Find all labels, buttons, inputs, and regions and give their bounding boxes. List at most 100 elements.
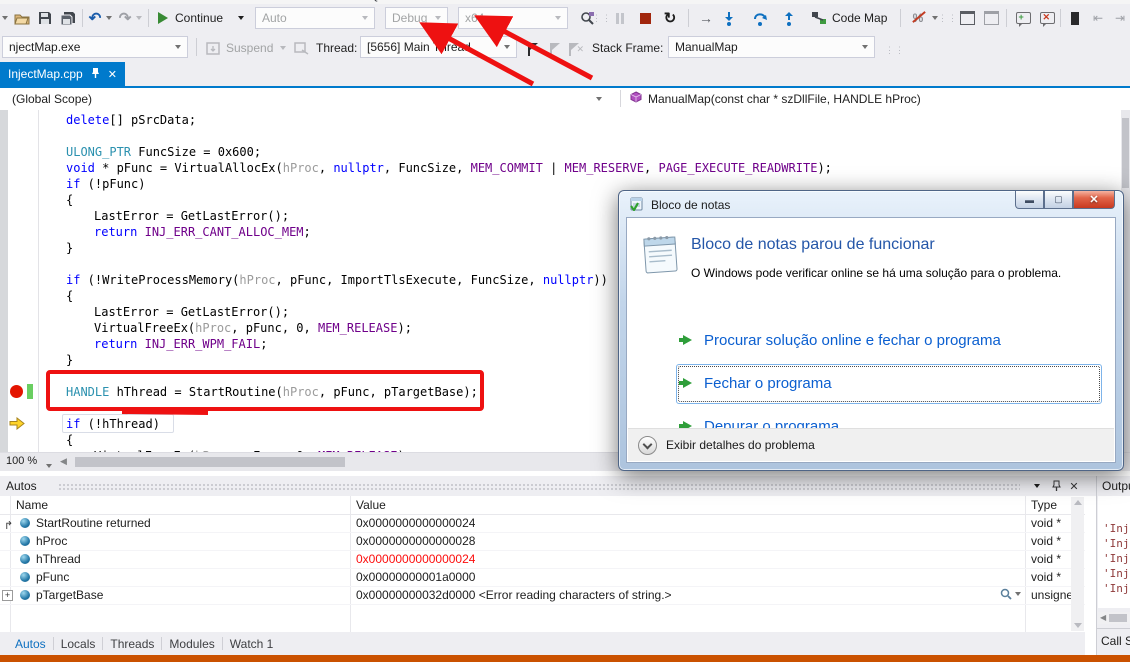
code-line[interactable]: if (!WriteProcessMemory(hProc, pFunc, Im… (44, 272, 608, 288)
bookmark-icon[interactable] (1068, 8, 1082, 28)
code-line[interactable]: LastError = GetLastError(); (44, 304, 289, 320)
hscroll-left-arrow-icon[interactable]: ◀ (60, 456, 67, 467)
add-comment-icon[interactable]: + (1014, 8, 1032, 28)
code-line[interactable] (44, 128, 66, 144)
thread-combo[interactable]: [5656] Main Thread (360, 36, 517, 58)
menu-item[interactable]: WINDOW (671, 0, 719, 2)
autos-row[interactable]: pFunc0x00000000001a0000void * (0, 568, 1085, 587)
autos-scroll-down-icon[interactable] (1074, 623, 1082, 628)
expand-icon[interactable]: + (2, 590, 13, 601)
chevron-down-icon[interactable] (638, 436, 657, 455)
menu-item[interactable]: TOOLS (402, 0, 439, 2)
autos-row[interactable]: hThread0x0000000000000024void * (0, 550, 1085, 569)
code-line[interactable]: } (44, 352, 73, 368)
autos-header[interactable]: Autos ✕ (0, 476, 1130, 496)
code-line[interactable]: ULONG_PTR FuncSize = 0x600; (44, 144, 261, 160)
autos-col-name[interactable]: Name (16, 496, 48, 514)
continue-play-icon[interactable] (157, 8, 169, 28)
autos-scroll-up-icon[interactable] (1074, 500, 1082, 505)
restart-icon[interactable]: ↻ (662, 8, 678, 28)
menu-item[interactable]: TEAM (315, 0, 346, 2)
vscroll-thumb[interactable] (1122, 118, 1129, 188)
stack-frame-combo[interactable]: ManualMap (668, 36, 875, 58)
command-link-0[interactable]: Procurar solução online e fechar o progr… (683, 322, 1001, 358)
toolbar-overflow-caret-icon[interactable] (0, 8, 10, 28)
stop-debug-icon[interactable] (638, 8, 652, 28)
debug-tab-autos[interactable]: Autos (8, 637, 53, 651)
platform-combo[interactable]: x64 (458, 7, 568, 29)
autos-vscrollbar[interactable] (1071, 497, 1084, 631)
menu-item[interactable]: TEST (456, 0, 484, 2)
solution-config-combo[interactable]: Debug (385, 7, 448, 29)
menu-item[interactable]: HELP (736, 0, 765, 2)
code-line[interactable] (44, 256, 66, 272)
menu-item[interactable]: EDIT (54, 0, 79, 2)
code-line[interactable]: { (44, 192, 73, 208)
code-line[interactable] (44, 368, 66, 384)
output-scroll-left-icon[interactable]: ◀ (1100, 613, 1106, 622)
code-line[interactable]: return INJ_ERR_WPM_FAIL; (44, 336, 267, 352)
output-panel[interactable]: Outpu 'Inj'Inj'Inj'Inj'Inj ◀ Call St (1096, 476, 1130, 655)
command-link-1[interactable]: Fechar o programa (683, 365, 832, 401)
toolbar-overflow-dots2-icon[interactable]: ⋮⋮ (944, 8, 952, 28)
code-line[interactable]: return INJ_ERR_CANT_ALLOC_MEM; (44, 224, 311, 240)
debug-tab-locals[interactable]: Locals (54, 637, 103, 651)
continue-button[interactable]: Continue (175, 8, 223, 28)
debug-tab-watch-1[interactable]: Watch 1 (223, 637, 281, 651)
code-line[interactable]: void * pFunc = VirtualAllocEx(hProc, nul… (44, 160, 832, 176)
flag-current-thread-icon[interactable] (525, 39, 539, 59)
autos-col-type[interactable]: Type (1031, 496, 1057, 514)
hscroll-thumb[interactable] (75, 457, 345, 467)
redo-caret-icon[interactable] (134, 8, 144, 28)
autos-row[interactable]: hProc0x0000000000000028void * (0, 532, 1085, 551)
step-into-icon[interactable] (722, 8, 736, 28)
autos-col-value[interactable]: Value (356, 496, 386, 514)
continue-caret-icon[interactable] (236, 8, 246, 28)
menu-item[interactable]: PROJECT (141, 0, 192, 2)
step-over-icon[interactable] (752, 8, 768, 28)
menu-item[interactable]: BUILD (210, 0, 242, 2)
code-line[interactable]: HANDLE hThread = StartRoutine(hProc, pFu… (44, 384, 478, 400)
menu-item[interactable]: DEBUG (259, 0, 298, 2)
zoom-level-combo[interactable]: 100 % (6, 455, 37, 467)
code-line[interactable]: delete[] pSrcData; (44, 112, 196, 128)
code-line[interactable]: if (!pFunc) (44, 176, 145, 192)
minimize-button[interactable]: ▬ (1015, 191, 1044, 209)
undo-caret-icon[interactable] (104, 8, 114, 28)
autos-row[interactable]: +pTargetBase0x00000000032d0000 <Error re… (0, 586, 1085, 605)
autos-close-icon[interactable]: ✕ (1068, 479, 1080, 493)
auto-combo[interactable]: Auto (255, 7, 375, 29)
show-next-statement-icon[interactable]: → (698, 8, 714, 28)
save-all-icon[interactable] (58, 8, 78, 28)
code-line[interactable]: LastError = GetLastError(); (44, 208, 289, 224)
toolbar2-overflow-icon[interactable]: ⋮⋮ (890, 40, 900, 60)
save-icon[interactable] (36, 8, 54, 28)
show-details-link[interactable]: Exibir detalhes do problema (666, 438, 815, 452)
code-line[interactable]: } (44, 240, 73, 256)
menu-item[interactable]: SQL (363, 0, 385, 2)
scope-combo[interactable]: (Global Scope) (12, 88, 602, 109)
new-window-icon[interactable] (958, 8, 976, 28)
delete-comment-icon[interactable]: ✕ (1038, 8, 1056, 28)
process-combo[interactable]: njectMap.exe (2, 36, 188, 58)
member-combo[interactable]: ManualMap(const char * szDllFile, HANDLE… (630, 88, 921, 109)
text-visualizer-icon[interactable] (1000, 588, 1021, 600)
undo-icon[interactable]: ↶ (88, 8, 102, 28)
menu-item[interactable]: ARCHITECTURE (501, 0, 587, 2)
code-line[interactable]: { (44, 432, 73, 448)
close-button[interactable]: ✕ (1073, 191, 1115, 209)
toolbar-overflow-dots-icon[interactable]: ⋮⋮ (598, 8, 606, 28)
dialog-titlebar[interactable]: Bloco de notas (629, 196, 730, 214)
menu-item[interactable]: VIEW (96, 0, 124, 2)
menu-item[interactable]: ANALYZE (604, 0, 653, 2)
autos-menu-caret-icon[interactable] (1032, 481, 1042, 491)
menu-item[interactable]: FILE (14, 0, 37, 2)
tab-injectmap-cpp[interactable]: InjectMap.cpp ✕ (0, 62, 125, 86)
breakpoint-icon[interactable] (10, 385, 23, 398)
autos-pin-icon[interactable] (1050, 479, 1062, 493)
open-file-icon[interactable] (12, 8, 32, 28)
dialog-footer[interactable]: Exibir detalhes do problema (628, 428, 1114, 461)
pin-icon[interactable] (91, 67, 100, 81)
maximize-button[interactable]: ▢ (1044, 191, 1073, 209)
code-map-icon[interactable] (810, 8, 828, 28)
